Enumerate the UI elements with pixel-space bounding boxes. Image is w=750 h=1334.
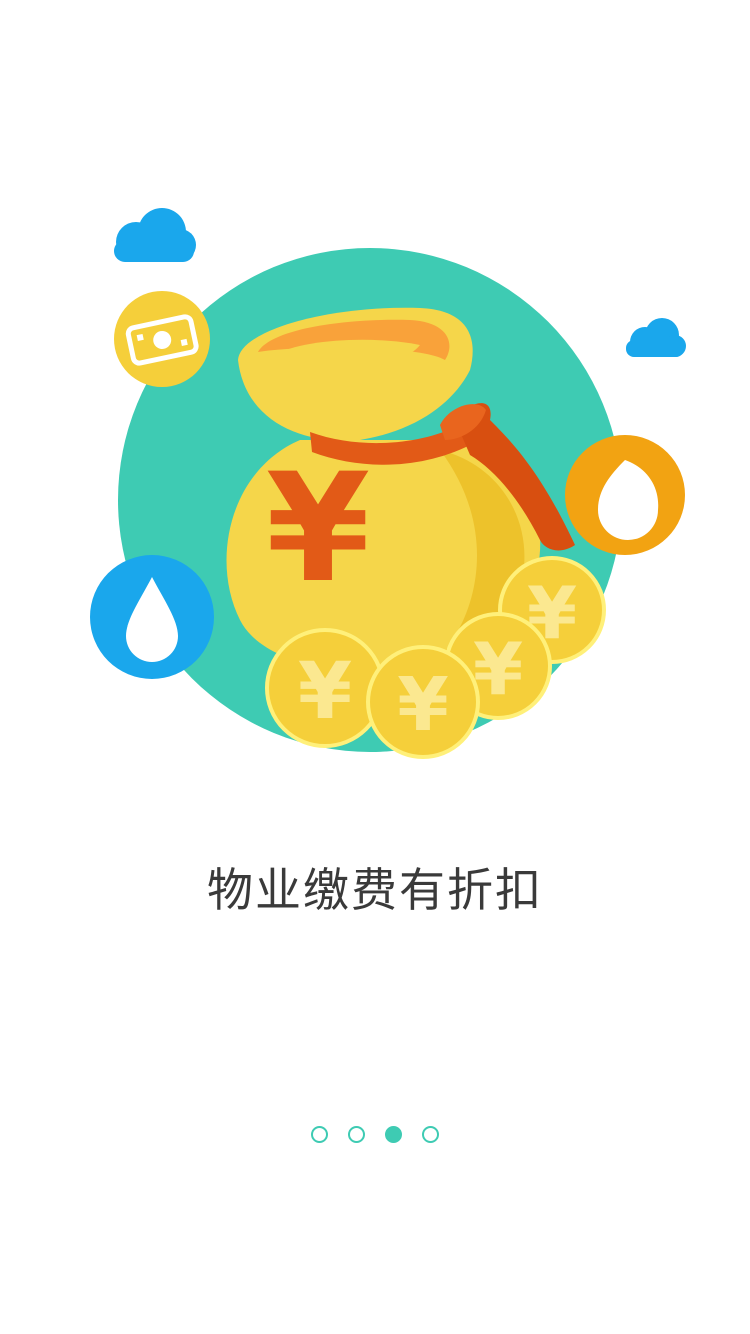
coin-icon: ¥ bbox=[265, 628, 385, 748]
water-drop-icon bbox=[90, 555, 214, 679]
page-dot-1[interactable] bbox=[311, 1125, 328, 1143]
bag-yuan-label: ¥ bbox=[266, 442, 370, 616]
cloud-icon bbox=[114, 208, 196, 262]
illustration: ¥ ¥ ¥ ¥ ¥ bbox=[90, 208, 686, 759]
coin-yuan-label: ¥ bbox=[397, 662, 449, 748]
page-dot-3-active[interactable] bbox=[385, 1125, 402, 1143]
page-dot-2[interactable] bbox=[348, 1125, 365, 1143]
coin-icon: ¥ bbox=[366, 645, 480, 759]
banknote-icon bbox=[114, 291, 210, 387]
coin-yuan-label: ¥ bbox=[473, 627, 523, 711]
onboarding-screen: ¥ ¥ ¥ ¥ ¥ 物业缴费有折扣 bbox=[0, 0, 750, 1334]
onboarding-caption: 物业缴费有折扣 bbox=[207, 863, 543, 917]
gas-flame-ring-icon bbox=[565, 435, 685, 555]
cloud-icon bbox=[626, 318, 686, 357]
page-indicator bbox=[0, 1120, 750, 1148]
page-dot-4[interactable] bbox=[422, 1125, 439, 1143]
coin-yuan-label: ¥ bbox=[298, 647, 352, 737]
